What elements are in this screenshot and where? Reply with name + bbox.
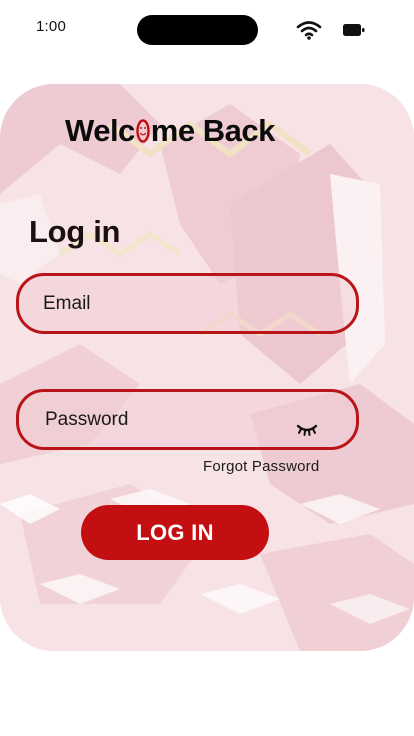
status-bar: 1:00: [0, 0, 414, 56]
battery-icon: [343, 24, 365, 36]
password-field[interactable]: [19, 392, 356, 447]
brand-title-start: Welc: [65, 113, 135, 148]
dynamic-island: [137, 15, 258, 45]
wifi-icon: [296, 21, 322, 40]
password-field-container: [16, 389, 359, 450]
card-background-pattern: [0, 84, 414, 651]
email-field-container: [16, 273, 359, 334]
smiley-face-icon: [136, 118, 150, 144]
status-time: 1:00: [36, 18, 66, 35]
login-card: [0, 84, 414, 651]
email-field[interactable]: [19, 276, 356, 331]
forgot-password-link[interactable]: Forgot Password: [203, 458, 319, 475]
brand-title-end: me Back: [150, 113, 276, 148]
login-button[interactable]: LOG IN: [81, 505, 269, 560]
eye-closed-icon[interactable]: [296, 423, 318, 437]
brand-title: Welc me Back: [65, 113, 275, 149]
login-heading: Log in: [29, 214, 121, 249]
